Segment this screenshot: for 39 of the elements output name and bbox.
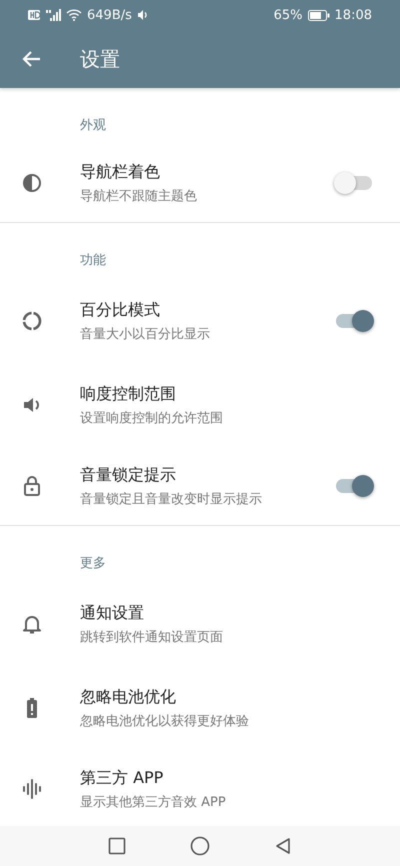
setting-row[interactable]: 忽略电池优化 忽略电池优化以获得更好体验 <box>0 666 400 750</box>
battery-icon <box>308 10 330 20</box>
setting-description: 跳转到软件通知设置页面 <box>80 628 224 646</box>
setting-title: 音量锁定提示 <box>80 464 177 486</box>
ring-icon <box>20 309 44 333</box>
setting-row[interactable]: 通知设置 跳转到软件通知设置页面 <box>0 582 400 666</box>
speaker-icon <box>136 9 149 21</box>
setting-row[interactable]: 百分比模式 音量大小以百分比显示 <box>0 279 400 363</box>
setting-description: 音量大小以百分比显示 <box>80 326 211 342</box>
setting-description: 导航栏不跟随主题色 <box>80 188 198 204</box>
hd-icon <box>28 10 40 20</box>
setting-title: 通知设置 <box>80 602 145 624</box>
battery-percent: 65% <box>274 8 303 22</box>
section-header: 功能 <box>79 252 107 270</box>
setting-description: 设置响度控制的允许范围 <box>80 410 224 426</box>
page-title: 设置 <box>80 46 120 72</box>
recents-button[interactable] <box>108 837 126 855</box>
clock: 18:08 <box>334 8 372 22</box>
setting-title: 导航栏着色 <box>80 162 161 182</box>
setting-row[interactable]: 导航栏着色 导航栏不跟随主题色 <box>0 144 400 222</box>
setting-row[interactable]: 响度控制范围 设置响度控制的允许范围 <box>0 363 400 447</box>
setting-description: 显示其他第三方音效 APP <box>80 794 227 810</box>
setting-title: 忽略电池优化 <box>80 686 177 708</box>
setting-title: 第三方 APP <box>80 768 164 788</box>
setting-description: 音量锁定且音量改变时显示提示 <box>80 490 263 508</box>
setting-description: 忽略电池优化以获得更好体验 <box>80 712 250 730</box>
setting-title: 响度控制范围 <box>80 384 177 404</box>
contrast-icon <box>20 171 44 195</box>
wifi-icon <box>66 9 82 21</box>
setting-row[interactable]: 音量锁定提示 音量锁定且音量改变时显示提示 <box>0 447 400 525</box>
network-speed: 649B/s <box>87 8 132 22</box>
setting-title: 百分比模式 <box>80 300 161 320</box>
back-nav-button[interactable] <box>274 837 292 855</box>
signal-icon <box>45 9 61 21</box>
waveform-icon <box>20 777 44 801</box>
section-header: 外观 <box>79 117 107 135</box>
setting-row[interactable]: 第三方 APP 显示其他第三方音效 APP <box>0 750 400 826</box>
home-button[interactable] <box>190 836 210 856</box>
section-header: 更多 <box>79 555 107 573</box>
